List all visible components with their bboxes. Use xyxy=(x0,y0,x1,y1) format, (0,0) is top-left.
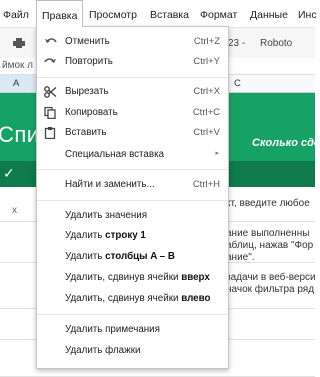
menu-item-label: Удалить флажки xyxy=(65,345,141,356)
cell-line: ание". xyxy=(226,252,255,263)
cell-line: задачи в веб-верси xyxy=(226,272,316,283)
menu-item-label: Удалить значения xyxy=(65,210,148,221)
submenu-arrow-icon: ▸ xyxy=(215,150,219,157)
menu-insert[interactable]: Вставка xyxy=(150,0,189,26)
menu-view[interactable]: Просмотр xyxy=(89,0,137,26)
sheet-subtitle: Сколько сдел xyxy=(252,137,320,149)
menu-item-copy[interactable]: Копировать Ctrl+C xyxy=(37,103,228,123)
menu-item-paste[interactable]: Вставить Ctrl+V xyxy=(37,123,228,143)
menu-item-label: Удалить примечания xyxy=(65,324,160,335)
menu-item-paste-special[interactable]: Специальная вставка ▸ xyxy=(37,145,228,165)
menu-tools[interactable]: Инс xyxy=(298,0,317,26)
menu-item-delete-columns[interactable]: Удалить столбцы A – B xyxy=(37,247,228,267)
redo-icon xyxy=(44,58,56,63)
menu-divider xyxy=(37,314,228,315)
row-marker: x xyxy=(12,205,17,216)
undo-icon xyxy=(45,38,57,43)
menu-item-shortcut: Ctrl+Z xyxy=(193,36,220,47)
menu-item-label: Удалить строку 1 xyxy=(65,230,146,241)
menu-divider xyxy=(37,169,228,170)
menu-bar: Файл Правка Просмотр Вставка Формат Данн… xyxy=(0,0,317,27)
print-icon[interactable] xyxy=(13,38,25,48)
menu-item-shortcut: Ctrl+V xyxy=(193,127,220,138)
menu-item-find-replace[interactable]: Найти и заменить... Ctrl+H xyxy=(37,175,228,195)
menu-item-label: Специальная вставка xyxy=(65,149,165,160)
menu-item-label: Повторить xyxy=(65,56,113,67)
menu-item-delete-cells-left[interactable]: Удалить, сдвинув ячейки влево xyxy=(37,289,228,309)
menu-item-label: Найти и заменить... xyxy=(65,179,155,190)
input-hint[interactable]: кт, введите любое xyxy=(226,198,310,209)
menu-item-shortcut: Ctrl+Y xyxy=(193,56,220,67)
menu-edit[interactable]: Правка xyxy=(36,0,84,27)
menu-item-undo[interactable]: Отменить Ctrl+Z xyxy=(37,32,228,52)
cell-line: аблиц, нажав "Фор xyxy=(226,240,314,251)
zoom-dropdown[interactable]: 23 - xyxy=(228,38,245,49)
menu-item-label: Удалить, сдвинув ячейки влево xyxy=(65,293,211,304)
copy-icon xyxy=(44,107,56,119)
menu-item-label: Вставить xyxy=(65,127,107,138)
menu-item-shortcut: Ctrl+X xyxy=(193,86,220,97)
edit-menu: Отменить Ctrl+Z Повторить Ctrl+Y Вырезат… xyxy=(36,26,229,369)
menu-item-delete-notes[interactable]: Удалить примечания xyxy=(37,320,228,340)
cell-line: ание выполненны xyxy=(226,228,310,239)
menu-item-label: Удалить, сдвинув ячейки вверх xyxy=(65,272,210,283)
menu-item-redo[interactable]: Повторить Ctrl+Y xyxy=(37,52,228,72)
menu-item-delete-checkboxes[interactable]: Удалить флажки xyxy=(37,341,228,361)
formula-text: ймок л xyxy=(2,60,34,71)
menu-item-shortcut: Ctrl+C xyxy=(192,107,220,118)
font-selector[interactable]: Roboto xyxy=(260,38,292,49)
menu-item-label: Вырезать xyxy=(65,86,109,97)
clipboard-icon xyxy=(44,127,56,139)
menu-divider xyxy=(37,77,228,78)
menu-format[interactable]: Формат xyxy=(200,0,237,26)
column-c-label[interactable]: C xyxy=(234,78,241,89)
menu-item-label: Удалить столбцы A – B xyxy=(65,251,175,262)
cell-line: начок фильтра ряд xyxy=(226,284,315,295)
menu-data[interactable]: Данные xyxy=(250,0,288,26)
check-icon: ✓ xyxy=(3,165,15,181)
menu-file[interactable]: Файл xyxy=(3,0,29,26)
column-a-label[interactable]: A xyxy=(13,78,19,89)
scissors-icon xyxy=(44,86,57,98)
menu-item-cut[interactable]: Вырезать Ctrl+X xyxy=(37,82,228,102)
menu-item-label: Отменить xyxy=(65,36,110,47)
menu-divider xyxy=(37,200,228,201)
menu-item-delete-values[interactable]: Удалить значения xyxy=(37,206,228,226)
menu-item-delete-row[interactable]: Удалить строку 1 xyxy=(37,226,228,246)
menu-item-label: Копировать xyxy=(65,107,118,118)
menu-item-delete-cells-up[interactable]: Удалить, сдвинув ячейки вверх xyxy=(37,268,228,288)
menu-item-shortcut: Ctrl+H xyxy=(192,179,220,190)
